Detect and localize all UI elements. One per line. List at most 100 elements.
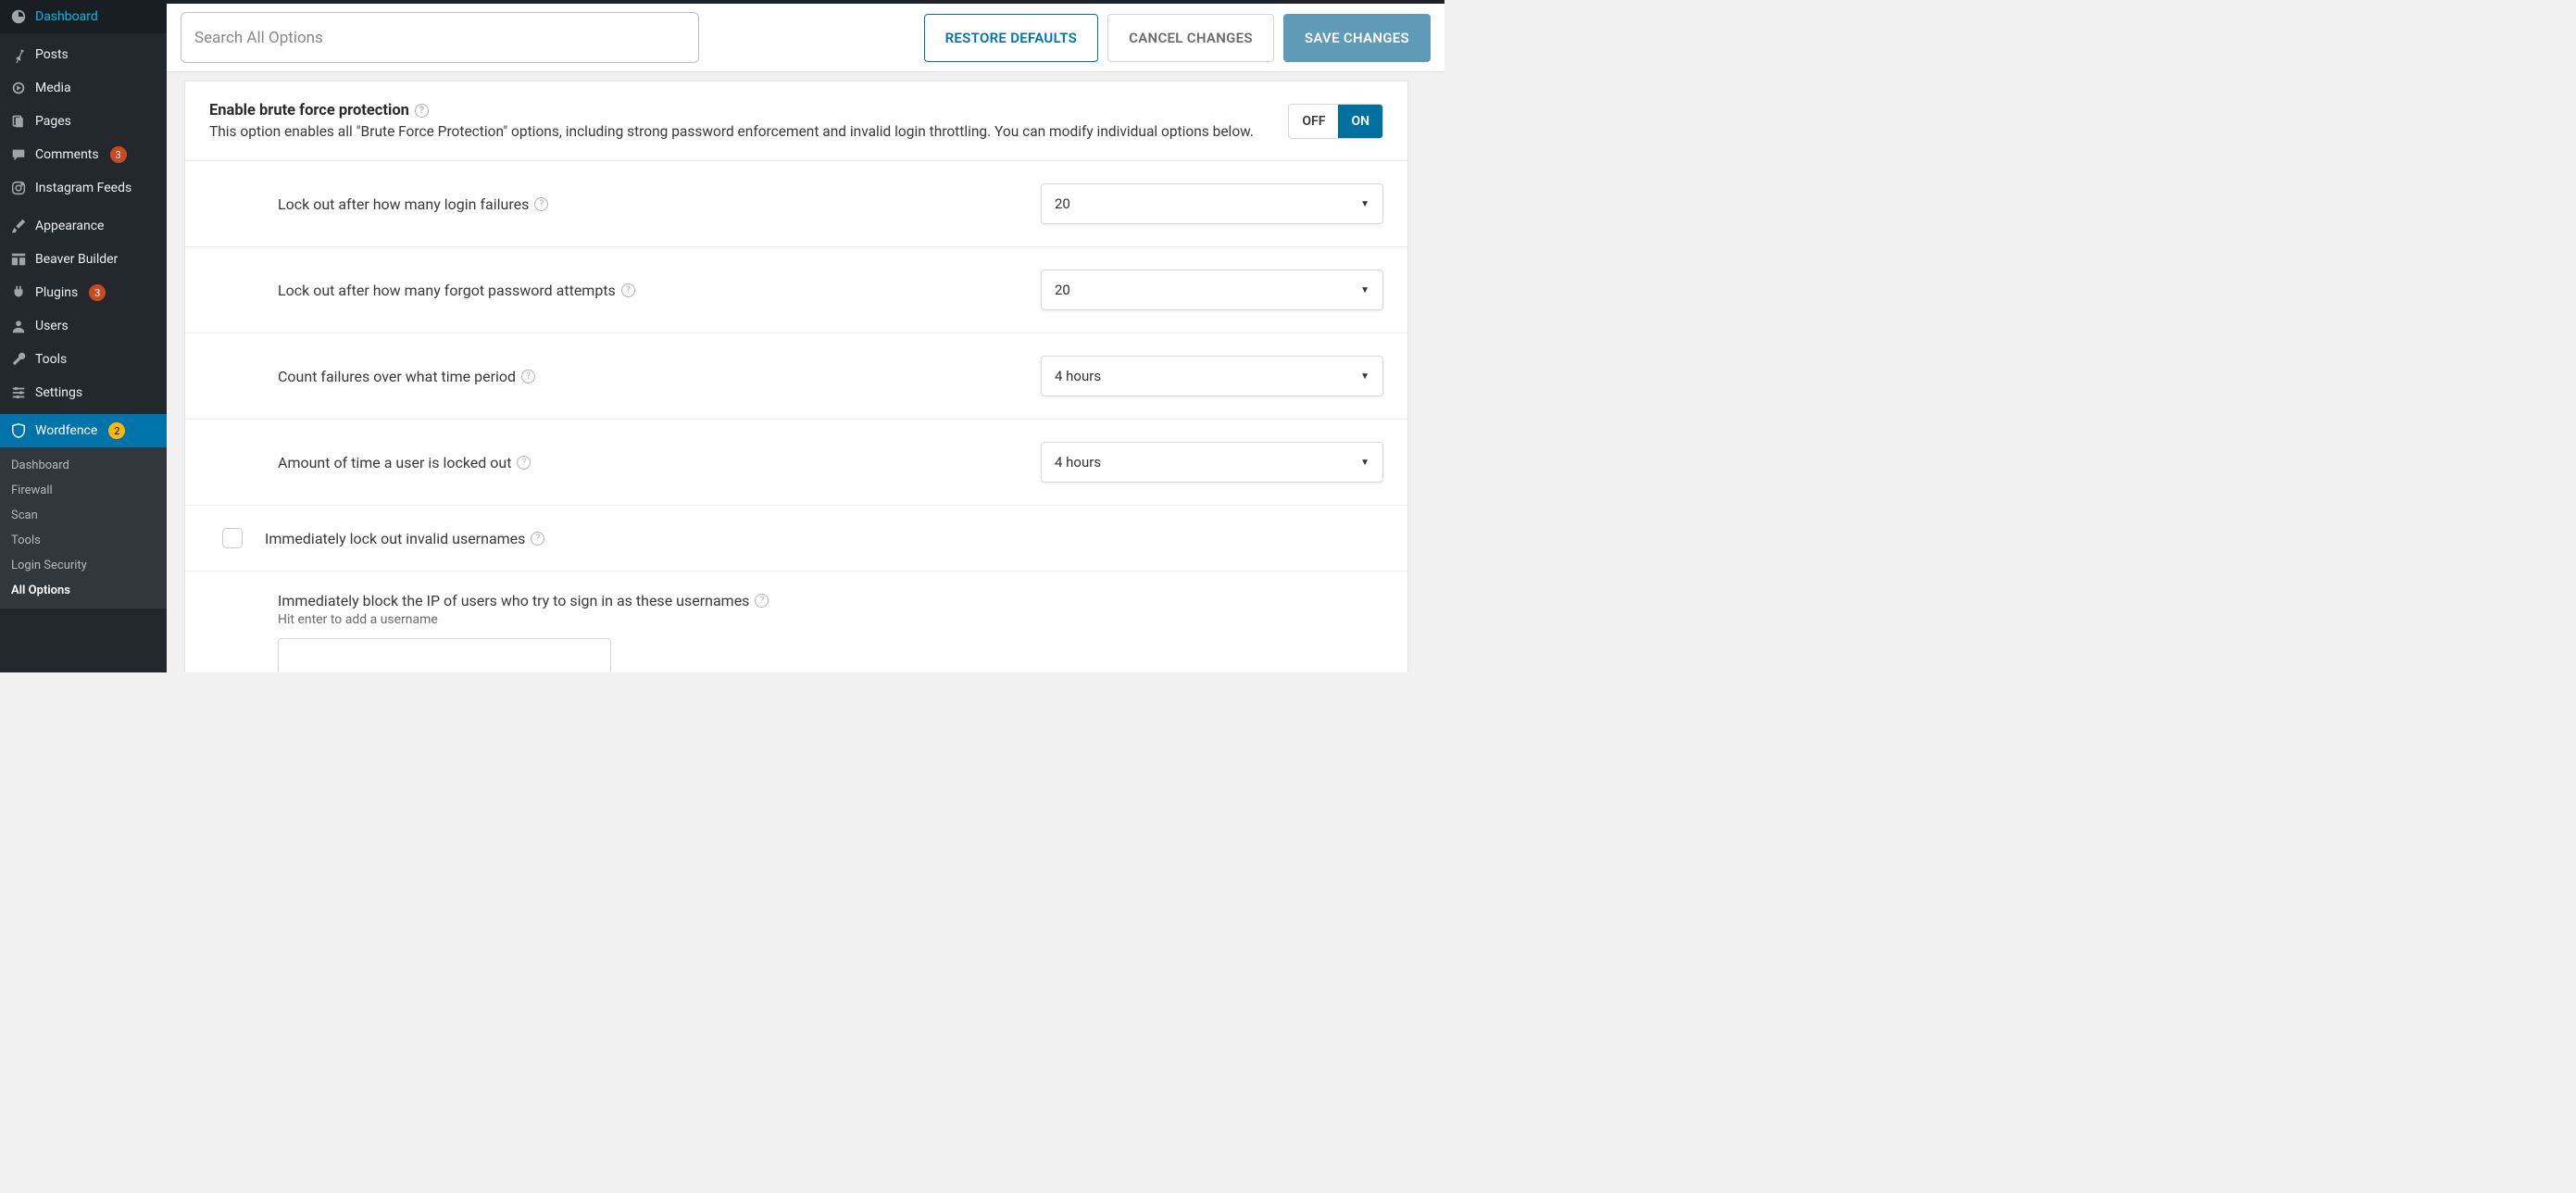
sidebar-label: Comments [35, 147, 99, 162]
instagram-icon [9, 179, 28, 197]
media-icon [9, 79, 28, 97]
option-forgot-password: Lock out after how many forgot password … [185, 247, 1407, 333]
block-ip-hint: Hit enter to add a username [278, 612, 1383, 627]
lockout-time-select[interactable]: 4 hours ▼ [1041, 442, 1383, 483]
sidebar-label: Settings [35, 385, 82, 400]
layout-icon [9, 250, 28, 269]
option-label: Lock out after how many login failures ? [278, 195, 1024, 213]
option-label: Count failures over what time period ? [278, 368, 1024, 385]
option-count-period: Count failures over what time period ? 4… [185, 333, 1407, 420]
wordfence-submenu: Dashboard Firewall Scan Tools Login Secu… [0, 447, 167, 609]
option-label: Lock out after how many forgot password … [278, 282, 1024, 299]
bruteforce-panel: Enable brute force protection ? This opt… [185, 82, 1407, 672]
help-icon[interactable]: ? [517, 456, 531, 470]
option-label: Immediately lock out invalid usernames ? [265, 530, 1383, 547]
submenu-login-security[interactable]: Login Security [0, 553, 167, 578]
bruteforce-header-text: Enable brute force protection ? This opt… [209, 102, 1271, 140]
block-ip-usernames-input[interactable] [278, 638, 611, 672]
option-lockout-time: Amount of time a user is locked out ? 4 … [185, 420, 1407, 506]
wrench-icon [9, 350, 28, 369]
right-gutter [1426, 72, 1444, 672]
toggle-on[interactable]: ON [1338, 105, 1382, 138]
sidebar-item-dashboard[interactable]: Dashboard [0, 0, 167, 33]
chevron-down-icon: ▼ [1360, 458, 1369, 468]
forgot-password-select[interactable]: 20 ▼ [1041, 270, 1383, 310]
brush-icon [9, 217, 28, 235]
submenu-tools[interactable]: Tools [0, 528, 167, 553]
sidebar-item-wordfence[interactable]: Wordfence 2 [0, 414, 167, 447]
login-failures-select[interactable]: 20 ▼ [1041, 183, 1383, 224]
sidebar-item-appearance[interactable]: Appearance [0, 209, 167, 243]
plug-icon [9, 283, 28, 302]
dashboard-icon [9, 7, 28, 26]
sidebar-label: Appearance [35, 219, 104, 233]
sliders-icon [9, 383, 28, 402]
options-toolbar: RESTORE DEFAULTS CANCEL CHANGES SAVE CHA… [167, 4, 1444, 72]
help-icon[interactable]: ? [755, 594, 769, 608]
cancel-changes-button[interactable]: CANCEL CHANGES [1107, 14, 1274, 62]
sidebar-label: Beaver Builder [35, 252, 118, 267]
block-ip-title: Immediately block the IP of users who tr… [278, 592, 1383, 609]
label-text: Lock out after how many forgot password … [278, 282, 616, 299]
help-icon[interactable]: ? [531, 532, 544, 546]
label-text: Immediately block the IP of users who tr… [278, 592, 749, 609]
sidebar-item-comments[interactable]: Comments 3 [0, 138, 167, 171]
submenu-firewall[interactable]: Firewall [0, 478, 167, 503]
wordfence-badge: 2 [108, 422, 125, 439]
sidebar-label: Plugins [35, 285, 78, 300]
label-text: Immediately lock out invalid usernames [265, 530, 525, 547]
bruteforce-toggle[interactable]: OFF ON [1288, 104, 1383, 139]
label-text: Lock out after how many login failures [278, 195, 529, 213]
admin-sidebar: Dashboard Posts Media Pages Comments 3 I… [0, 0, 167, 672]
label-text: Amount of time a user is locked out [278, 454, 511, 471]
sidebar-item-media[interactable]: Media [0, 71, 167, 105]
pages-icon [9, 112, 28, 131]
shield-icon [9, 421, 28, 440]
sidebar-item-settings[interactable]: Settings [0, 376, 167, 409]
sidebar-item-instagram[interactable]: Instagram Feeds [0, 171, 167, 205]
submenu-scan[interactable]: Scan [0, 503, 167, 528]
sidebar-item-beaver[interactable]: Beaver Builder [0, 243, 167, 276]
restore-defaults-button[interactable]: RESTORE DEFAULTS [924, 14, 1099, 62]
toggle-off[interactable]: OFF [1289, 105, 1338, 138]
sidebar-label: Wordfence [35, 423, 97, 438]
help-icon[interactable]: ? [621, 283, 635, 297]
sidebar-label: Users [35, 319, 69, 333]
count-period-select[interactable]: 4 hours ▼ [1041, 356, 1383, 396]
sidebar-label: Posts [35, 47, 69, 62]
sidebar-item-plugins[interactable]: Plugins 3 [0, 276, 167, 309]
plugins-badge: 3 [89, 284, 106, 301]
sidebar-item-pages[interactable]: Pages [0, 105, 167, 138]
sidebar-label: Media [35, 81, 71, 95]
help-icon[interactable]: ? [415, 104, 429, 118]
select-value: 20 [1055, 195, 1360, 212]
option-lock-invalid: Immediately lock out invalid usernames ? [185, 506, 1407, 571]
main-area: RESTORE DEFAULTS CANCEL CHANGES SAVE CHA… [167, 0, 1444, 672]
pin-icon [9, 45, 28, 64]
sidebar-item-tools[interactable]: Tools [0, 343, 167, 376]
search-input[interactable] [181, 12, 699, 63]
select-value: 4 hours [1055, 368, 1360, 384]
save-changes-button[interactable]: SAVE CHANGES [1283, 14, 1431, 62]
help-icon[interactable]: ? [521, 370, 535, 383]
option-block-ip: Immediately block the IP of users who tr… [185, 571, 1407, 672]
label-text: Count failures over what time period [278, 368, 516, 385]
content-scroll[interactable]: Enable brute force protection ? This opt… [167, 72, 1426, 672]
bruteforce-desc: This option enables all "Brute Force Pro… [209, 123, 1271, 140]
option-login-failures: Lock out after how many login failures ?… [185, 161, 1407, 247]
lock-invalid-checkbox[interactable] [222, 528, 243, 548]
option-label: Amount of time a user is locked out ? [278, 454, 1024, 471]
sidebar-label: Dashboard [35, 9, 98, 24]
title-text: Enable brute force protection [209, 102, 409, 119]
comment-icon [9, 145, 28, 164]
sidebar-item-users[interactable]: Users [0, 309, 167, 343]
sidebar-item-posts[interactable]: Posts [0, 38, 167, 71]
help-icon[interactable]: ? [534, 197, 548, 211]
user-icon [9, 317, 28, 335]
select-value: 20 [1055, 282, 1360, 298]
sidebar-label: Tools [35, 352, 67, 367]
submenu-all-options[interactable]: All Options [0, 578, 167, 603]
submenu-dashboard[interactable]: Dashboard [0, 453, 167, 478]
comments-badge: 3 [110, 146, 127, 163]
select-value: 4 hours [1055, 454, 1360, 471]
